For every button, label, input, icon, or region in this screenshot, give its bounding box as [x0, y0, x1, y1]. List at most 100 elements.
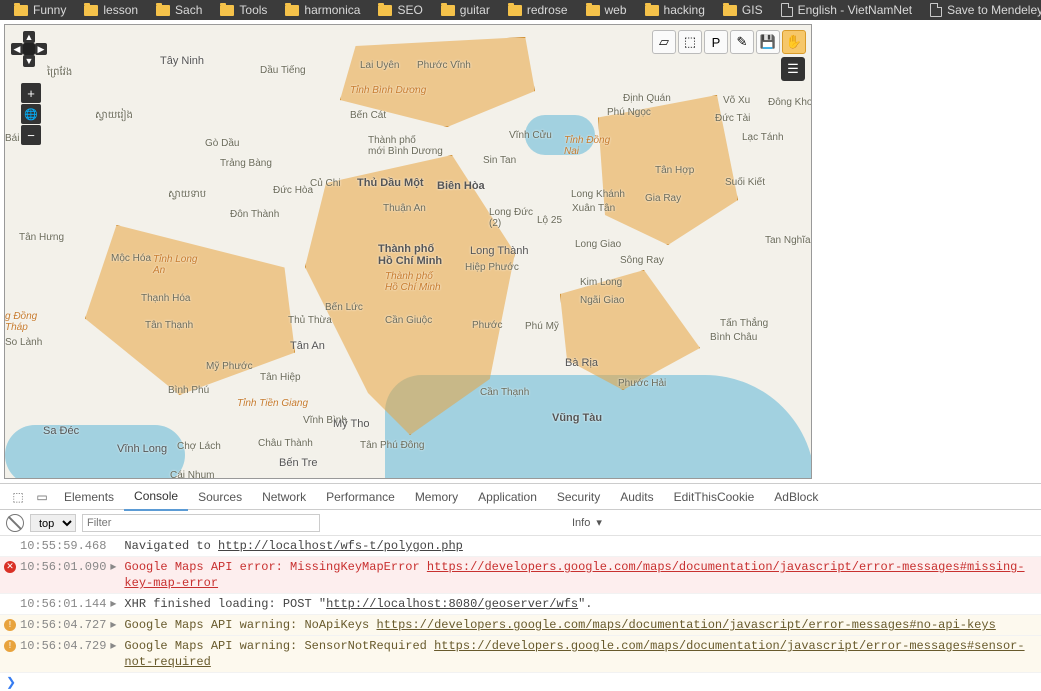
bookmark-item[interactable]: guitar	[433, 0, 498, 20]
lbl: Trảng Bàng	[220, 158, 272, 169]
clear-console-icon[interactable]	[6, 514, 24, 532]
pan-west[interactable]: ◀	[11, 43, 23, 55]
lbl: Bến Cát	[350, 110, 386, 121]
bookmark-item[interactable]: harmonica	[277, 0, 368, 20]
pan-north[interactable]: ▲	[23, 31, 35, 43]
levels-label[interactable]: Info	[572, 517, 590, 529]
bookmark-label: SEO	[397, 3, 422, 17]
lbl: Sa Đéc	[43, 425, 79, 437]
device-icon[interactable]: ▭	[30, 490, 54, 504]
warn-icon: !	[4, 640, 16, 652]
expand-arrow-icon[interactable]: ▸	[110, 638, 120, 654]
lbl: Bình Phú	[168, 385, 209, 396]
bookmark-item[interactable]: lesson	[76, 0, 146, 20]
bookmark-item[interactable]: Sach	[148, 0, 210, 20]
zoom-out-button[interactable]: −	[21, 125, 41, 145]
folder-icon	[645, 5, 659, 16]
bookmark-item[interactable]: redrose	[500, 0, 576, 20]
lbl: Sin Tan	[483, 155, 516, 166]
levels-dropdown-icon[interactable]: ▾	[596, 516, 602, 529]
save-button[interactable]: 💾	[756, 30, 780, 54]
lbl: Tỉnh Long An	[153, 254, 197, 276]
devtools-tab-sources[interactable]: Sources	[188, 484, 252, 510]
lbl: Châu Thành	[258, 438, 313, 449]
bookmark-item[interactable]: hacking	[637, 0, 713, 20]
devtools-tab-security[interactable]: Security	[547, 484, 610, 510]
expand-arrow-icon[interactable]: ▸	[110, 596, 120, 612]
bookmark-label: web	[605, 3, 627, 17]
pan-east[interactable]: ▶	[35, 43, 47, 55]
zoom-control: + 🌐 −	[21, 83, 41, 146]
lbl: Bến Lức	[325, 302, 363, 313]
lbl: Thuận An	[383, 203, 426, 214]
lbl: Thạnh Hóa	[141, 293, 190, 304]
pan-south[interactable]: ▼	[23, 55, 35, 67]
draw-polygon-button[interactable]: ▱	[652, 30, 676, 54]
lbl: Đông Kho	[768, 97, 812, 108]
log-link[interactable]: https://developers.google.com/maps/docum…	[124, 639, 1024, 669]
page-icon	[930, 3, 942, 17]
draw-point-button[interactable]: P	[704, 30, 728, 54]
zoom-world-button[interactable]: 🌐	[21, 104, 41, 124]
lbl: Long Khánh	[571, 189, 625, 200]
devtools-tab-console[interactable]: Console	[124, 483, 188, 511]
log-link[interactable]: http://localhost:8080/geoserver/wfs	[326, 597, 578, 611]
lbl: Long Đức (2)	[489, 207, 533, 229]
devtools-tab-performance[interactable]: Performance	[316, 484, 405, 510]
lbl: Mộc Hóa	[111, 253, 151, 264]
lbl: Phước	[472, 320, 502, 331]
bookmark-label: Tools	[239, 3, 267, 17]
lbl: Tân An	[290, 340, 325, 352]
devtools-tab-elements[interactable]: Elements	[54, 484, 124, 510]
log-link[interactable]: https://developers.google.com/maps/docum…	[124, 560, 1024, 590]
folder-icon	[156, 5, 170, 16]
expand-arrow-icon[interactable]: ▸	[110, 617, 120, 633]
edit-button[interactable]: ✎	[730, 30, 754, 54]
lbl: Thành phố Hồ Chí Minh	[385, 271, 441, 293]
lbl: Tỉnh Bình Dương	[350, 85, 426, 96]
log-message: Google Maps API error: MissingKeyMapErro…	[124, 559, 1037, 591]
bookmark-item[interactable]: web	[578, 0, 635, 20]
error-icon: ✕	[4, 561, 16, 573]
draw-box-button[interactable]: ⬚	[678, 30, 702, 54]
log-link[interactable]: https://developers.google.com/maps/docum…	[376, 618, 995, 632]
bookmark-item[interactable]: Funny	[6, 0, 74, 20]
lbl: Vũng Tàu	[552, 412, 602, 424]
filter-input[interactable]	[82, 514, 320, 532]
bookmark-label: Sach	[175, 3, 202, 17]
pan-hand-button[interactable]: ✋	[782, 30, 806, 54]
devtools-tab-memory[interactable]: Memory	[405, 484, 468, 510]
log-link[interactable]: http://localhost/wfs-t/polygon.php	[218, 539, 463, 553]
folder-icon	[220, 5, 234, 16]
devtools-tab-application[interactable]: Application	[468, 484, 547, 510]
devtools-tab-audits[interactable]: Audits	[610, 484, 663, 510]
folder-icon	[586, 5, 600, 16]
console-filter-bar: top Info ▾	[0, 510, 1041, 536]
bookmark-item[interactable]: Tools	[212, 0, 275, 20]
expand-arrow-icon[interactable]: ▸	[110, 559, 120, 575]
console-prompt[interactable]: ❯	[0, 673, 1041, 691]
lbl: Tan Nghĩa	[765, 235, 811, 246]
devtools-tab-network[interactable]: Network	[252, 484, 316, 510]
devtools-tab-editthiscookie[interactable]: EditThisCookie	[664, 484, 765, 510]
lbl: Thành phố mới Bình Dương	[368, 135, 443, 157]
pan-center[interactable]	[23, 43, 35, 55]
devtools-tab-adblock[interactable]: AdBlock	[764, 484, 828, 510]
lbl: Phú Mỹ	[525, 321, 559, 332]
lbl: Vĩnh Cửu	[509, 130, 552, 141]
inspect-icon[interactable]: ⬚	[6, 490, 30, 504]
bookmark-item[interactable]: GIS	[715, 0, 771, 20]
layers-button[interactable]: ☰	[781, 57, 805, 81]
lbl: Dầu Tiếng	[260, 65, 306, 76]
lbl: Long Thành	[470, 245, 529, 257]
map-frame[interactable]: Tây Ninh Dầu Tiếng Lai Uyên Phước Vĩnh T…	[4, 24, 812, 479]
context-select[interactable]: top	[30, 514, 76, 532]
folder-icon	[378, 5, 392, 16]
bookmark-item[interactable]: English - VietNamNet	[773, 0, 921, 20]
folder-icon	[441, 5, 455, 16]
devtools-panel: ⬚ ▭ ElementsConsoleSourcesNetworkPerform…	[0, 483, 1041, 691]
folder-icon	[723, 5, 737, 16]
zoom-in-button[interactable]: +	[21, 83, 41, 103]
bookmark-item[interactable]: Save to Mendeley	[922, 0, 1041, 20]
bookmark-item[interactable]: SEO	[370, 0, 430, 20]
